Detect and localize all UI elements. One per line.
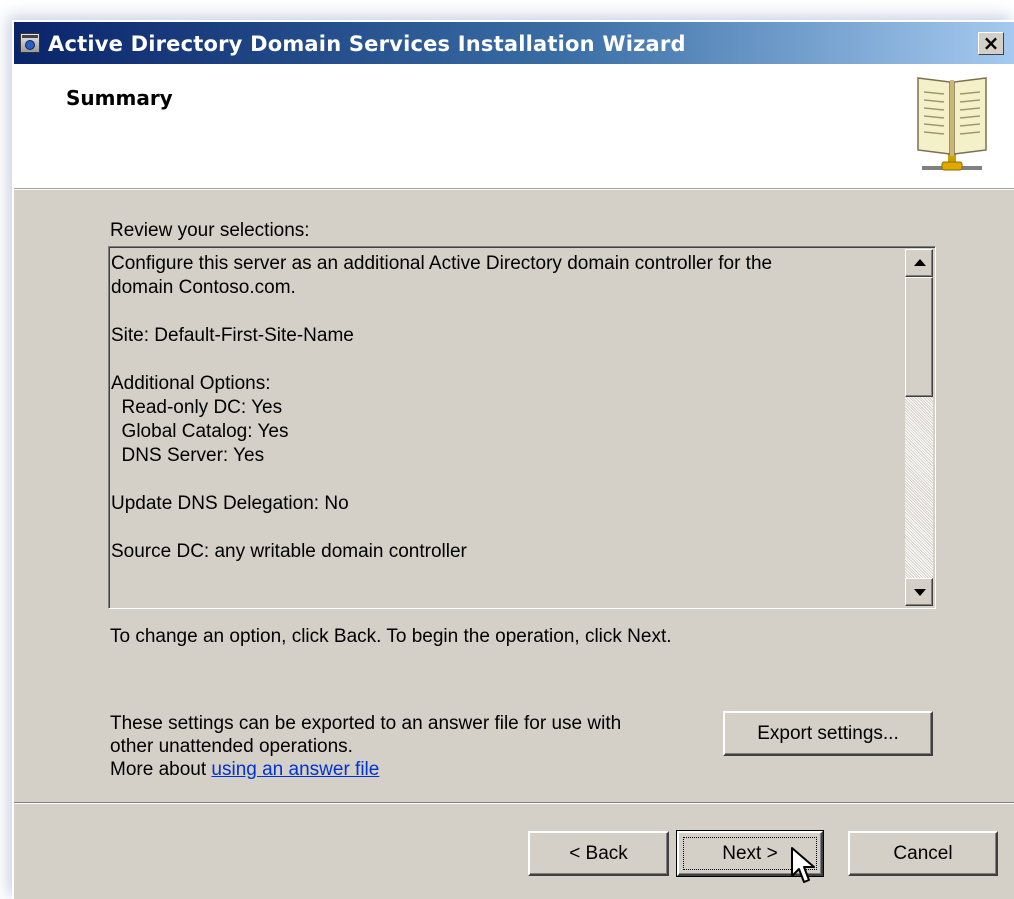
summary-line [111, 348, 901, 372]
book-network-icon [917, 77, 987, 171]
more-about-line: More about using an answer file [110, 758, 710, 781]
back-button[interactable]: < Back [528, 831, 669, 876]
mouse-pointer-icon [791, 847, 815, 883]
summary-line: DNS Server: Yes [111, 445, 265, 466]
title-bar[interactable]: Active Directory Domain Services Install… [14, 22, 1014, 64]
change-hint-text: To change an option, click Back. To begi… [110, 626, 672, 647]
summary-line [111, 516, 901, 540]
summary-textbox[interactable]: Configure this server as an additional A… [108, 246, 936, 609]
wizard-window: Active Directory Domain Services Install… [12, 20, 1014, 899]
export-settings-button[interactable]: Export settings... [723, 711, 933, 756]
answer-file-link[interactable]: using an answer file [211, 759, 379, 780]
export-text-line: These settings can be exported to an ans… [110, 713, 622, 734]
close-button[interactable]: × [978, 32, 1004, 55]
summary-line [111, 468, 901, 492]
summary-line: Additional Options: [111, 373, 271, 394]
vertical-scrollbar[interactable] [905, 249, 933, 606]
summary-line: domain Contoso.com. [111, 277, 296, 298]
scroll-down-button[interactable] [905, 578, 933, 606]
arrow-up-icon [914, 259, 926, 266]
summary-line: Source DC: any writable domain controlle… [111, 541, 467, 562]
summary-line: Global Catalog: Yes [111, 421, 289, 442]
cancel-button[interactable]: Cancel [848, 831, 998, 876]
summary-line: Read-only DC: Yes [111, 397, 283, 418]
wizard-app-icon [20, 33, 40, 53]
scrollbar-thumb[interactable] [905, 277, 933, 397]
summary-line [111, 300, 901, 324]
more-about-prefix: More about [110, 759, 212, 780]
header-panel: Summary [14, 64, 1014, 189]
summary-text: Configure this server as an additional A… [111, 252, 901, 564]
summary-line: Update DNS Delegation: No [111, 493, 349, 514]
arrow-down-icon [914, 589, 926, 596]
export-text-line: other unattended operations. [110, 736, 353, 757]
summary-line: Site: Default-First-Site-Name [111, 325, 354, 346]
page-title: Summary [66, 86, 173, 110]
window-title: Active Directory Domain Services Install… [48, 32, 686, 56]
review-label: Review your selections: [110, 220, 310, 241]
scroll-up-button[interactable] [905, 249, 933, 277]
summary-line: Configure this server as an additional A… [111, 253, 773, 274]
footer-divider [14, 802, 1014, 804]
export-description: These settings can be exported to an ans… [110, 712, 710, 781]
